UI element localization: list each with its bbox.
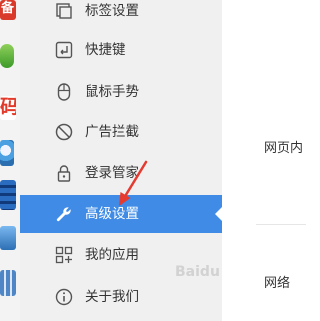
block-icon [55,123,73,141]
sidebar-item-shortcuts[interactable]: 快捷键 [20,31,222,69]
desktop-app-icon-text: 码 [0,96,16,118]
wrench-icon [55,205,73,223]
desktop-app-icon[interactable]: 备 [0,0,16,20]
sidebar-item-ad-block[interactable]: 广告拦截 [20,113,222,151]
sidebar-item-label: 标签设置 [85,3,139,19]
sidebar-item-tab-settings[interactable]: 标签设置 [20,0,222,30]
lock-icon [55,164,73,182]
desktop-app-icon[interactable] [0,180,16,210]
sidebar-item-label: 我的应用 [85,247,139,263]
sidebar-item-label: 关于我们 [85,289,139,305]
desktop-app-icon-text: 备 [1,1,15,16]
desktop-app-icon[interactable] [0,226,16,250]
sidebar-item-label: 鼠标手势 [85,84,139,100]
sidebar-item-mouse-gestures[interactable]: 鼠标手势 [20,73,222,111]
section-title-webpage: 网页内 [264,141,304,156]
sidebar-item-label: 广告拦截 [85,124,139,140]
info-icon [55,288,73,306]
desktop-app-icon[interactable] [0,270,16,296]
sidebar-item-label: 快捷键 [85,42,126,58]
watermark: Baidu [175,264,220,280]
mouse-icon [55,83,73,101]
desktop-icon-strip: 备 码 [0,0,20,321]
keyboard-shortcut-icon [55,41,73,59]
tab-settings-icon [55,2,73,20]
settings-content: 网页内 网络 [222,0,306,321]
apps-grid-icon [55,246,73,264]
desktop-app-icon[interactable] [0,44,14,68]
sidebar-item-about-us[interactable]: 关于我们 [20,278,222,316]
section-title-network: 网络 [264,276,291,291]
section-divider [256,224,306,225]
desktop-app-icon[interactable] [0,140,14,166]
desktop-app-icon[interactable]: 码 [0,96,16,120]
annotation-arrow [119,160,148,206]
screenshot-root: 备 码 标签设置 快捷键 鼠标手势 广告拦截 登录管家 高级设置 我的应用 关于… [0,0,306,321]
